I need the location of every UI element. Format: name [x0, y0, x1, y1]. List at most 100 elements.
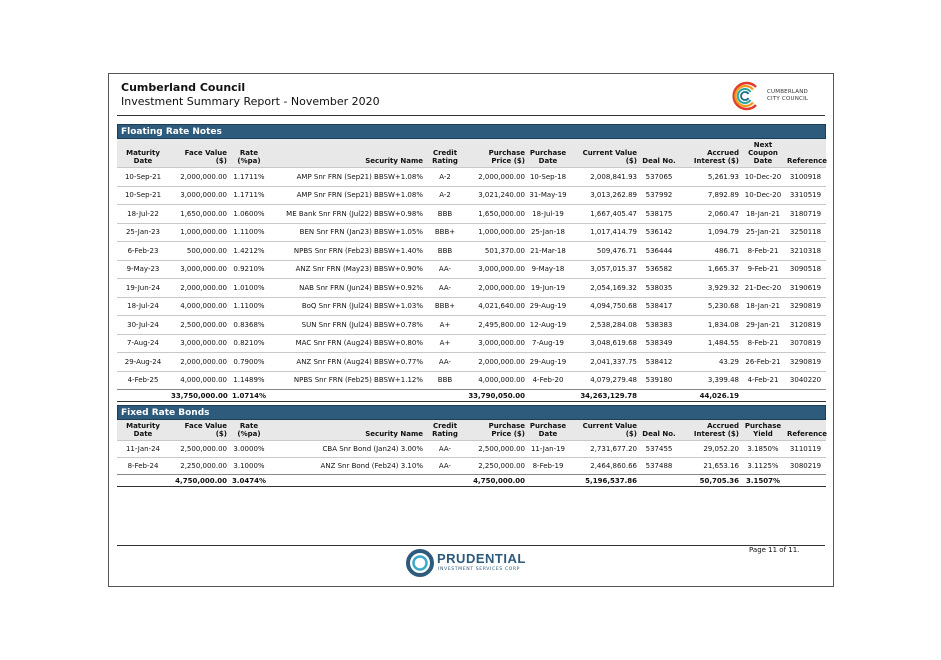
table-cell: 2,060.47: [679, 204, 741, 223]
table-cell: 5,230.68: [679, 296, 741, 316]
table-cell: 25-Jan-23: [117, 222, 169, 242]
table-cell: 3250118: [785, 222, 826, 242]
council-logo-text: CUMBERLAND CITY COUNCIL: [767, 89, 809, 102]
table-cell: 8-Feb-19: [527, 457, 569, 475]
section-title-frb: Fixed Rate Bonds: [117, 405, 826, 420]
col-header: Reference: [785, 139, 827, 168]
section-title-frn: Floating Rate Notes: [117, 124, 826, 139]
table-cell: 4-Feb-21: [741, 370, 785, 390]
table-cell: 10-Sep-21: [117, 167, 169, 186]
table-cell: 10-Sep-18: [527, 167, 569, 186]
table-cell: 4-Feb-20: [527, 370, 569, 390]
total-cell: 3.1507%: [741, 474, 785, 487]
table-cell: 3,000,000.00: [169, 333, 229, 353]
table-cell: 3,000,000.00: [465, 333, 527, 353]
col-header: Purchase Date: [527, 139, 569, 168]
table-cell: 18-Jul-24: [117, 296, 169, 316]
table-cell: 0.7900%: [229, 352, 269, 371]
table-cell: 4,079,279.48: [569, 370, 639, 390]
total-cell: [117, 389, 169, 402]
table-cell: 1,484.55: [679, 333, 741, 353]
table-cell: ANZ Snr Bond (Feb24) 3.10%: [269, 457, 425, 475]
total-cell: 5,196,537.86: [569, 474, 639, 487]
table-cell: 1.4212%: [229, 241, 269, 260]
table-cell: 9-May-18: [527, 259, 569, 279]
table-cell: 43.29: [679, 352, 741, 371]
col-header: Credit Rating: [425, 139, 465, 168]
col-header: Deal No.: [639, 139, 679, 168]
table-cell: AMP Snr FRN (Sep21) BBSW+1.08%: [269, 167, 425, 186]
table-cell: ME Bank Snr FRN (Jul22) BBSW+0.98%: [269, 204, 425, 223]
col-header: Face Value ($): [169, 139, 229, 168]
table-cell: 537455: [639, 440, 679, 458]
table-cell: 3180719: [785, 204, 826, 223]
table-cell: BoQ Snr FRN (Jul24) BBSW+1.03%: [269, 296, 425, 316]
table-cell: ANZ Snr FRN (Aug24) BBSW+0.77%: [269, 352, 425, 371]
table-cell: 3290819: [785, 352, 826, 371]
table-cell: 4,094,750.68: [569, 296, 639, 316]
table-cell: 2,500,000.00: [169, 440, 229, 458]
totals-row: 4,750,000.00 3.0474% 4,750,000.00 5,196,537…: [117, 474, 826, 487]
table-cell: 536142: [639, 222, 679, 242]
table-cell: 3.1125%: [741, 457, 785, 475]
col-header: Security Name: [269, 420, 425, 441]
col-header: Purchase Price ($): [465, 420, 527, 441]
table-cell: 3.1000%: [229, 457, 269, 475]
table-cell: 2,054,169.32: [569, 278, 639, 297]
brand-tagline: INVESTMENT SERVICES CORP: [438, 567, 521, 572]
table-cell: 29-Aug-19: [527, 296, 569, 316]
col-header: Current Value ($): [569, 420, 639, 441]
frb-header-row: Maturity Date Face Value ($) Rate (%pa) …: [117, 420, 827, 441]
report-title: Cumberland Council: [121, 81, 246, 94]
col-header: Accrued Interest ($): [679, 139, 741, 168]
table-cell: 2,250,000.00: [465, 457, 527, 475]
table-cell: 31-May-19: [527, 185, 569, 205]
fixed-rate-bonds-section: Fixed Rate Bonds Maturity Date Face Valu…: [117, 405, 827, 487]
table-cell: 539180: [639, 370, 679, 390]
table-cell: 3.0000%: [229, 440, 269, 458]
table-cell: 3,929.32: [679, 278, 741, 297]
frn-header-row: Maturity Date Face Value ($) Rate (%pa) …: [117, 139, 827, 168]
table-cell: 1,094.79: [679, 222, 741, 242]
table-cell: NPBS Snr FRN (Feb25) BBSW+1.12%: [269, 370, 425, 390]
table-cell: 2,500,000.00: [465, 440, 527, 458]
table-cell: 25-Jan-18: [527, 222, 569, 242]
total-cell: [269, 389, 425, 402]
table-cell: 1.0600%: [229, 204, 269, 223]
table-cell: 7,892.89: [679, 185, 741, 205]
table-cell: 18-Jan-21: [741, 204, 785, 223]
frn-table: Maturity Date Face Value ($) Rate (%pa) …: [117, 139, 827, 402]
table-cell: 3,048,619.68: [569, 333, 639, 353]
table-cell: 1.1100%: [229, 296, 269, 316]
table-cell: 21,653.16: [679, 457, 741, 475]
table-cell: 25-Jan-21: [741, 222, 785, 242]
total-cell: [425, 474, 465, 487]
table-cell: 2,500,000.00: [169, 315, 229, 334]
table-cell: 1,667,405.47: [569, 204, 639, 223]
table-cell: 501,370.00: [465, 241, 527, 260]
table-cell: NPBS Snr FRN (Feb23) BBSW+1.40%: [269, 241, 425, 260]
brand-name: PRUDENTIAL: [437, 551, 526, 566]
table-cell: 2,008,841.93: [569, 167, 639, 186]
total-cell: [527, 389, 569, 402]
table-cell: A-2: [425, 167, 465, 186]
table-cell: 3040220: [785, 370, 826, 390]
table-cell: 537488: [639, 457, 679, 475]
council-logo-icon: [732, 81, 757, 111]
total-cell: 3.0474%: [229, 474, 269, 487]
table-cell: 0.8210%: [229, 333, 269, 353]
cumberland-council-logo: CUMBERLAND CITY COUNCIL: [729, 79, 819, 113]
table-cell: 29-Aug-24: [117, 352, 169, 371]
table-cell: 509,476.71: [569, 241, 639, 260]
col-header: Rate (%pa): [229, 139, 269, 168]
table-cell: BBB: [425, 370, 465, 390]
table-cell: 4,021,640.00: [465, 296, 527, 316]
col-header: Accrued Interest ($): [679, 420, 741, 441]
table-cell: 3120819: [785, 315, 826, 334]
table-cell: A-2: [425, 185, 465, 205]
table-cell: 2,000,000.00: [465, 167, 527, 186]
table-row: 9-May-23 3,000,000.00 0.9210% ANZ Snr FRN (…: [117, 259, 826, 279]
table-cell: 1,017,414.79: [569, 222, 639, 242]
total-cell: [639, 389, 679, 402]
table-cell: ANZ Snr FRN (May23) BBSW+0.90%: [269, 259, 425, 279]
